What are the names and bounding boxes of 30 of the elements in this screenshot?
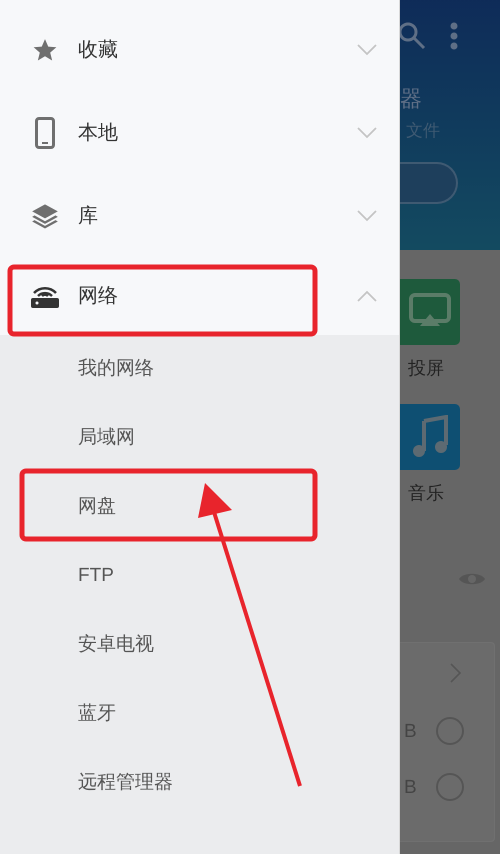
menu-item[interactable]: 库 bbox=[0, 174, 399, 257]
submenu-item[interactable]: FTP bbox=[78, 562, 114, 591]
menu-label: 收藏 bbox=[78, 38, 119, 62]
submenu-item[interactable]: 局域网 bbox=[78, 424, 135, 453]
submenu-item[interactable]: 网盘 bbox=[78, 493, 116, 522]
menu-item[interactable]: 收藏 bbox=[0, 8, 399, 91]
phone-icon bbox=[35, 116, 55, 148]
tile-label: 音乐 bbox=[408, 482, 444, 505]
chevron-down-icon bbox=[357, 126, 377, 138]
menu-item[interactable]: 本地 bbox=[0, 91, 399, 174]
chevron-down-icon bbox=[357, 210, 377, 222]
cast-icon[interactable] bbox=[400, 279, 460, 345]
more-icon bbox=[450, 22, 458, 50]
submenu-item[interactable]: 我的网络 bbox=[78, 355, 154, 384]
star-icon bbox=[32, 36, 58, 62]
menu-item[interactable]: 网络 bbox=[0, 257, 399, 335]
tile-label: 投屏 bbox=[408, 357, 444, 380]
submenu-item[interactable]: 蓝牙 bbox=[78, 700, 116, 729]
submenu-item[interactable]: 安卓电视 bbox=[78, 631, 154, 660]
menu-label: 本地 bbox=[78, 120, 119, 146]
music-file-icon[interactable] bbox=[400, 404, 460, 470]
menu-label: 库 bbox=[78, 204, 99, 228]
search-icon bbox=[400, 22, 426, 50]
layers-icon bbox=[31, 202, 59, 230]
chevron-down-icon bbox=[357, 44, 377, 56]
chevron-up-icon bbox=[357, 290, 377, 302]
pill-button[interactable] bbox=[400, 162, 458, 204]
header-title: 器 bbox=[400, 85, 422, 113]
menu-label: 网络 bbox=[78, 284, 119, 309]
submenu-item[interactable]: 远程管理器 bbox=[78, 769, 173, 798]
